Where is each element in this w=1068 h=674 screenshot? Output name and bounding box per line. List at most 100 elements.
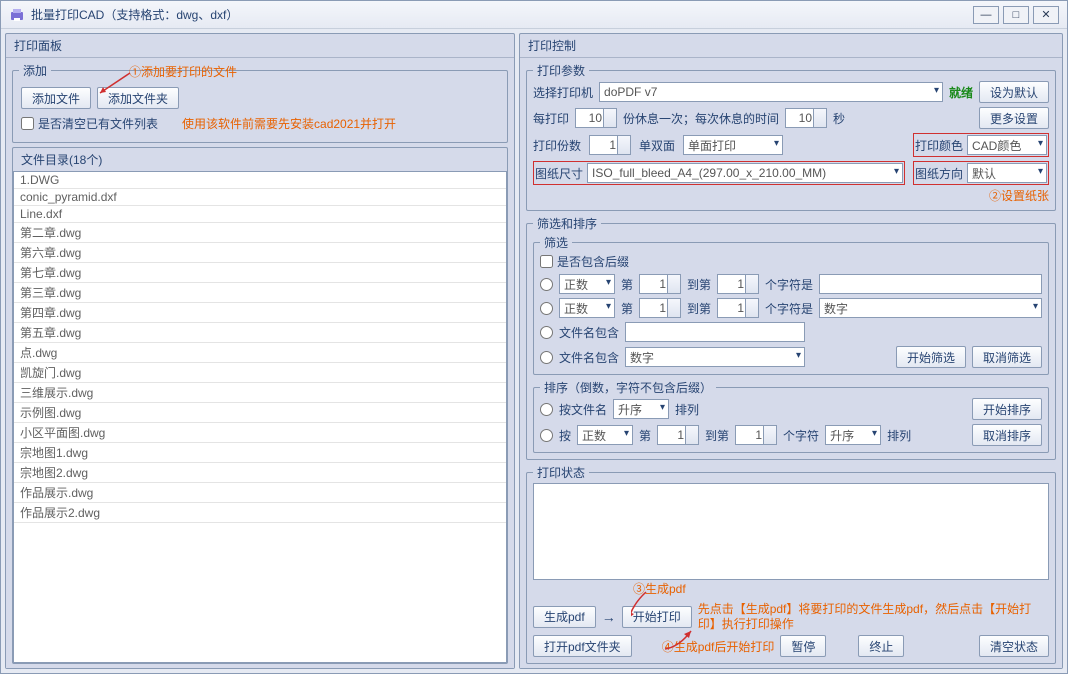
more-settings-button[interactable]: 更多设置: [979, 107, 1049, 129]
sort2-type-select[interactable]: 正数: [577, 425, 633, 445]
printer-label: 选择打印机: [533, 84, 593, 101]
f1-to[interactable]: 1: [717, 274, 759, 294]
rest-label: 份休息一次；每次休息的时间: [623, 110, 779, 127]
cancel-filter-button[interactable]: 取消筛选: [972, 346, 1042, 368]
list-item[interactable]: conic_pyramid.dxf: [14, 189, 506, 206]
list-item[interactable]: 1.DWG: [14, 172, 506, 189]
filter-radio-2[interactable]: [540, 302, 553, 315]
every-label: 每打印: [533, 110, 569, 127]
clear-status-button[interactable]: 清空状态: [979, 635, 1049, 657]
status-group: 打印状态 ③生成pdf 生成pdf → 开始打印 先点击【: [526, 464, 1056, 664]
start-filter-button[interactable]: 开始筛选: [896, 346, 966, 368]
sort-legend: 排序（倒数，字符不包含后缀）: [540, 379, 716, 396]
open-pdf-folder-button[interactable]: 打开pdf文件夹: [533, 635, 632, 657]
filter-radio-4[interactable]: [540, 351, 553, 364]
arrow-icon-2: [631, 590, 661, 622]
list-item[interactable]: 示例图.dwg: [14, 403, 506, 423]
printer-select[interactable]: doPDF v7: [599, 82, 943, 102]
list-item[interactable]: 宗地图2.dwg: [14, 463, 506, 483]
f1-from[interactable]: 1: [639, 274, 681, 294]
install-hint: 使用该软件前需要先安装cad2021并打开: [182, 115, 396, 132]
f2-value-select[interactable]: 数字: [819, 298, 1042, 318]
annotation-2: ②设置纸张: [989, 189, 1049, 203]
add-file-button[interactable]: 添加文件: [21, 87, 91, 109]
fname-select[interactable]: 数字: [625, 347, 805, 367]
list-item[interactable]: 三维展示.dwg: [14, 383, 506, 403]
close-button[interactable]: ✕: [1033, 6, 1059, 24]
filter-radio-3[interactable]: [540, 326, 553, 339]
sort1-order-select[interactable]: 升序: [613, 399, 669, 419]
app-icon: [9, 7, 25, 23]
filter-type-2-select[interactable]: 正数: [559, 298, 615, 318]
arrow-icon-3: →: [602, 609, 616, 625]
f1-value-input[interactable]: [819, 274, 1042, 294]
list-item[interactable]: 第二章.dwg: [14, 223, 506, 243]
filter-sort-group: 筛选和排序 筛选 是否包含后缀 正数 第 1 到第: [526, 215, 1056, 460]
app-window: 批量打印CAD（支持格式：dwg、dxf） — □ ✕ 打印面板 添加 ①添加要…: [0, 0, 1068, 674]
sec-label: 秒: [833, 110, 845, 127]
params-legend: 打印参数: [533, 62, 589, 79]
pause-button[interactable]: 暂停: [780, 635, 826, 657]
fname-input[interactable]: [625, 322, 805, 342]
list-item[interactable]: 第五章.dwg: [14, 323, 506, 343]
copies-spinner[interactable]: 1: [589, 135, 631, 155]
file-list[interactable]: 1.DWGconic_pyramid.dxfLine.dxf第二章.dwg第六章…: [13, 171, 507, 663]
list-item[interactable]: 第七章.dwg: [14, 263, 506, 283]
list-item[interactable]: Line.dxf: [14, 206, 506, 223]
window-title: 批量打印CAD（支持格式：dwg、dxf）: [31, 6, 969, 23]
orient-select[interactable]: 默认: [967, 163, 1047, 183]
list-item[interactable]: 作品展示.dwg: [14, 483, 506, 503]
set-default-button[interactable]: 设为默认: [979, 81, 1049, 103]
color-label: 打印颜色: [915, 137, 963, 154]
cancel-sort-button[interactable]: 取消排序: [972, 424, 1042, 446]
size-select[interactable]: ISO_full_bleed_A4_(297.00_x_210.00_MM): [587, 163, 903, 183]
list-item[interactable]: 点.dwg: [14, 343, 506, 363]
titlebar: 批量打印CAD（支持格式：dwg、dxf） — □ ✕: [1, 1, 1067, 29]
print-params-group: 打印参数 选择打印机 doPDF v7 就绪 设为默认 每打印 10 份休息一次…: [526, 62, 1056, 211]
add-group: 添加 ①添加要打印的文件 添加文件 添加文件夹 是否清空已有文件列: [12, 62, 508, 143]
filelist-header: 文件目录(18个): [13, 148, 507, 171]
filter-legend: 筛选: [540, 234, 572, 251]
list-item[interactable]: 作品展示2.dwg: [14, 503, 506, 523]
every-spinner[interactable]: 10: [575, 108, 617, 128]
generate-pdf-button[interactable]: 生成pdf: [533, 606, 596, 628]
duplex-label: 单双面: [639, 137, 675, 154]
print-control-header: 打印控制: [520, 34, 1062, 57]
filter-sort-legend: 筛选和排序: [533, 215, 601, 232]
status-legend: 打印状态: [533, 464, 589, 481]
arrow-icon-4: [663, 629, 697, 653]
color-select[interactable]: CAD颜色: [967, 135, 1047, 155]
arrow-icon: [95, 71, 135, 101]
s2-from[interactable]: 1: [657, 425, 699, 445]
list-item[interactable]: 第三章.dwg: [14, 283, 506, 303]
f2-from[interactable]: 1: [639, 298, 681, 318]
list-item[interactable]: 小区平面图.dwg: [14, 423, 506, 443]
copies-label: 打印份数: [533, 137, 581, 154]
printer-status: 就绪: [949, 84, 973, 101]
list-item[interactable]: 第四章.dwg: [14, 303, 506, 323]
annotation-1: ①添加要打印的文件: [129, 63, 237, 80]
filter-radio-1[interactable]: [540, 278, 553, 291]
start-sort-button[interactable]: 开始排序: [972, 398, 1042, 420]
filter-type-1-select[interactable]: 正数: [559, 274, 615, 294]
sort-radio-2[interactable]: [540, 429, 553, 442]
suffix-checkbox[interactable]: 是否包含后缀: [540, 253, 629, 270]
s2-to[interactable]: 1: [735, 425, 777, 445]
stop-button[interactable]: 终止: [858, 635, 904, 657]
sort-radio-1[interactable]: [540, 403, 553, 416]
maximize-button[interactable]: □: [1003, 6, 1029, 24]
minimize-button[interactable]: —: [973, 6, 999, 24]
status-log: [533, 483, 1049, 580]
size-label: 图纸尺寸: [535, 165, 583, 182]
add-legend: 添加: [19, 62, 51, 79]
list-item[interactable]: 凯旋门.dwg: [14, 363, 506, 383]
sort2-order-select[interactable]: 升序: [825, 425, 881, 445]
f2-to[interactable]: 1: [717, 298, 759, 318]
clear-list-checkbox[interactable]: 是否清空已有文件列表: [21, 115, 158, 132]
list-item[interactable]: 第六章.dwg: [14, 243, 506, 263]
duplex-select[interactable]: 单面打印: [683, 135, 783, 155]
pdf-hint: 先点击【生成pdf】将要打印的文件生成pdf，然后点击【开始打印】执行打印操作: [698, 602, 1049, 631]
orient-label: 图纸方向: [915, 165, 963, 182]
list-item[interactable]: 宗地图1.dwg: [14, 443, 506, 463]
rest-spinner[interactable]: 10: [785, 108, 827, 128]
